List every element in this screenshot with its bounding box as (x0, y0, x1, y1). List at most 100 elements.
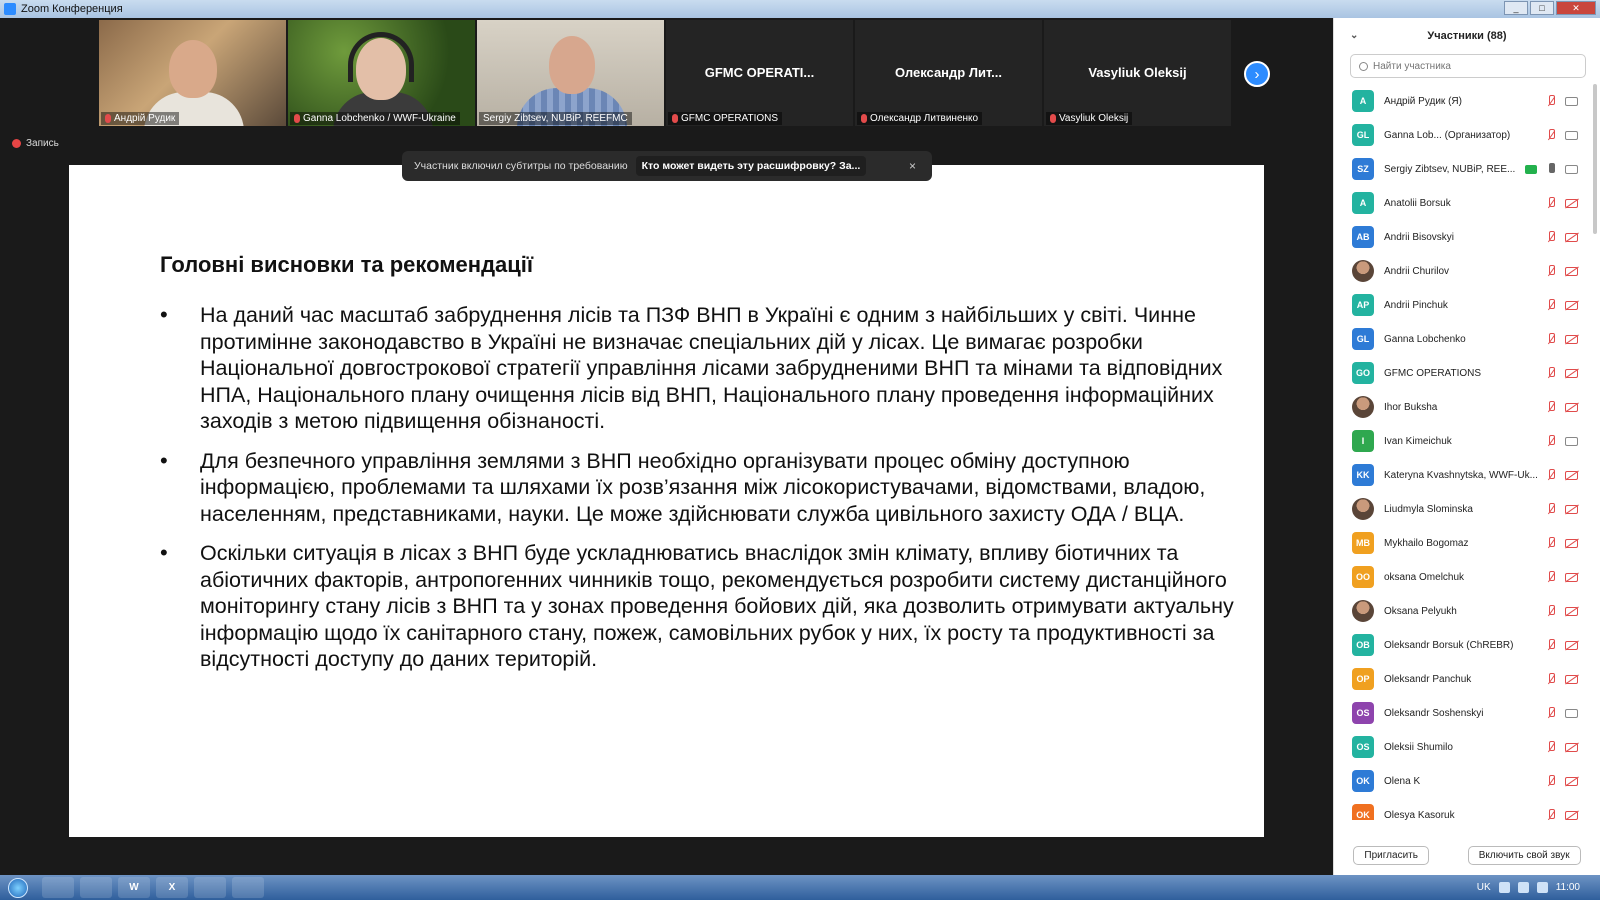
microphone-muted-icon (1546, 775, 1556, 787)
participant-status-icons (1546, 775, 1578, 787)
tray-app-icon[interactable] (1498, 882, 1510, 893)
participant-row[interactable]: KK Kateryna Kvashnytska, WWF-Uk... (1334, 458, 1600, 492)
video-tile[interactable]: GFMC OPERATI... GFMC OPERATIONS (666, 20, 853, 126)
participant-row[interactable]: SZ Sergiy Zibtsev, NUBiP, REE... (1334, 152, 1600, 186)
camera-off-icon (1565, 334, 1578, 344)
windows-logo-icon (8, 877, 28, 898)
participant-row[interactable]: Liudmyla Slominska (1334, 492, 1600, 526)
video-nametag: Sergiy Zibtsev, NUBiP, REEFMC (479, 112, 632, 125)
participant-row[interactable]: OB Oleksandr Borsuk (ChREBR) (1334, 628, 1600, 662)
participant-search[interactable] (1350, 54, 1586, 78)
camera-off-icon (1565, 606, 1578, 616)
meeting-main-area: Андрій Рудик Ganna Lobchenko / WWF-Ukrai… (0, 18, 1333, 875)
participant-status-icons (1546, 537, 1578, 549)
start-button[interactable] (0, 875, 36, 900)
close-window-button[interactable]: ✕ (1556, 1, 1596, 15)
participant-name: GFMC OPERATIONS (1384, 367, 1482, 379)
video-nametag: GFMC OPERATIONS (668, 112, 783, 125)
microphone-muted-icon (1546, 741, 1556, 753)
clock-time[interactable]: 11:00 (1556, 882, 1580, 893)
slide-bullet: • Для безпечного управління землями з ВНП… (160, 448, 1250, 528)
explorer-taskbar-icon[interactable] (42, 877, 74, 898)
microphone-muted-icon (1546, 503, 1556, 515)
participant-status-icons (1525, 163, 1578, 175)
who-can-see-transcript-link[interactable]: Кто может видеть эту расшифровку? За... (635, 156, 867, 176)
microphone-muted-icon (1546, 809, 1556, 820)
participant-status-icons (1546, 129, 1578, 141)
video-tile[interactable]: Олександр Лит... Олександр Литвиненко (855, 20, 1042, 126)
bullet-text: Для безпечного управління землями з ВНП … (200, 448, 1206, 526)
avatar: GL (1352, 328, 1374, 350)
microphone-muted-icon (1546, 95, 1556, 107)
camera-off-icon (1565, 368, 1578, 378)
avatar: OP (1352, 668, 1374, 690)
tray-volume-icon[interactable] (1536, 882, 1548, 893)
camera-off-icon (1565, 742, 1578, 752)
zoom-taskbar-icon[interactable] (232, 877, 264, 898)
excel-taskbar-icon[interactable]: X (156, 877, 188, 898)
avatar (1352, 396, 1374, 418)
microphone-muted-icon (1546, 469, 1556, 481)
unmute-myself-button[interactable]: Включить свой звук (1467, 845, 1581, 865)
participant-row[interactable]: MB Mykhailo Bogomaz (1334, 526, 1600, 560)
recording-indicator[interactable]: Запись (12, 138, 59, 149)
captions-message: Участник включил субтитры по требованию (414, 160, 628, 172)
participant-row[interactable]: Ihor Buksha (1334, 390, 1600, 424)
video-tile[interactable]: Vasyliuk Oleksij Vasyliuk Oleksij (1044, 20, 1231, 126)
next-page-arrow-icon[interactable]: › (1244, 61, 1270, 87)
participant-row[interactable]: GO GFMC OPERATIONS (1334, 356, 1600, 390)
microphone-muted-icon (1546, 673, 1556, 685)
participant-row[interactable]: GL Ganna Lob... (Организатор) (1334, 118, 1600, 152)
participant-name: Ivan Kimeichuk (1384, 435, 1452, 447)
avatar: OS (1352, 702, 1374, 724)
bullet-dot-icon: • (160, 447, 168, 473)
participant-row[interactable]: OK Olesya Kasoruk (1334, 798, 1600, 820)
participant-row[interactable]: GL Ganna Lobchenko (1334, 322, 1600, 356)
participant-name: Olena K (1384, 775, 1421, 787)
video-tile[interactable]: Sergiy Zibtsev, NUBiP, REEFMC (477, 20, 664, 126)
participant-status-icons (1546, 571, 1578, 583)
bullet-text: Оскільки ситуація в лісах з ВНП буде уск… (200, 541, 1234, 671)
minimize-button[interactable]: _ (1504, 1, 1528, 15)
viber-taskbar-icon[interactable] (194, 877, 226, 898)
bullet-dot-icon: • (160, 302, 168, 327)
search-input[interactable] (1373, 60, 1573, 72)
tray-network-icon[interactable] (1517, 882, 1529, 893)
language-indicator[interactable]: UK (1477, 882, 1491, 893)
video-tile[interactable]: Андрій Рудик (99, 20, 286, 126)
participants-footer: Пригласить Включить свой звук (1334, 835, 1600, 875)
participant-name: Andrii Bisovskyi (1384, 231, 1455, 243)
participant-name: Ganna Lobchenko (1384, 333, 1466, 345)
word-taskbar-icon[interactable]: W (118, 877, 150, 898)
video-tile[interactable]: Ganna Lobchenko / WWF-Ukraine (288, 20, 475, 126)
participant-row[interactable]: Oksana Pelyukh (1334, 594, 1600, 628)
participant-row[interactable]: AB Andrii Bisovskyi (1334, 220, 1600, 254)
participant-status-icons (1546, 367, 1578, 379)
participant-face (169, 40, 217, 98)
video-gallery-strip: Андрій Рудик Ganna Lobchenko / WWF-Ukrai… (99, 20, 1231, 126)
participants-list[interactable]: A Андрій Рудик (Я) GL Ganna Lob... (Организ… (1334, 84, 1600, 820)
chevron-down-icon[interactable]: ⌄ (1350, 30, 1358, 41)
participant-row[interactable]: OS Oleksandr Soshenskyi (1334, 696, 1600, 730)
participant-status-icons (1546, 435, 1578, 447)
participant-row[interactable]: A Anatolii Borsuk (1334, 186, 1600, 220)
camera-icon (1565, 436, 1578, 446)
camera-icon (1565, 708, 1578, 718)
slide-title: Головні висновки та рекомендації (160, 252, 534, 277)
maximize-button[interactable]: □ (1530, 1, 1554, 15)
participants-header: ⌄ Участники (88) (1334, 18, 1600, 54)
participant-row[interactable]: I Ivan Kimeichuk (1334, 424, 1600, 458)
chrome-taskbar-icon[interactable] (80, 877, 112, 898)
slide-bullet: • На даний час масштаб забруднення лісів … (160, 302, 1250, 435)
participant-row[interactable]: OS Oleksii Shumilo (1334, 730, 1600, 764)
invite-button[interactable]: Пригласить (1353, 845, 1429, 865)
participant-row[interactable]: Andrii Churilov (1334, 254, 1600, 288)
participant-row[interactable]: OP Oleksandr Panchuk (1334, 662, 1600, 696)
muted-mic-icon (105, 114, 111, 123)
participant-row[interactable]: OK Olena K (1334, 764, 1600, 798)
participant-row[interactable]: AP Andrii Pinchuk (1334, 288, 1600, 322)
avatar: MB (1352, 532, 1374, 554)
participant-row[interactable]: OO oksana Omelchuk (1334, 560, 1600, 594)
close-captions-notice-icon[interactable]: × (909, 159, 916, 173)
participant-row[interactable]: A Андрій Рудик (Я) (1334, 84, 1600, 118)
